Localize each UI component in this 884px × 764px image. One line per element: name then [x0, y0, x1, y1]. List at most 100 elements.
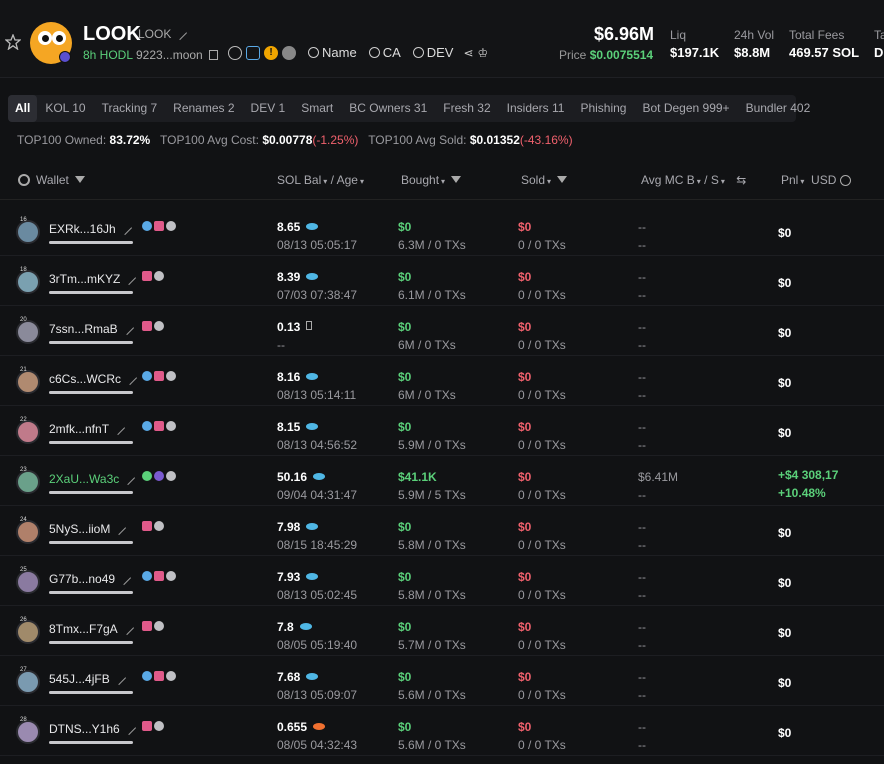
tab-bundler-402[interactable]: Bundler 402: [738, 95, 819, 122]
tab-tracking-7[interactable]: Tracking 7: [94, 95, 166, 122]
favorite-star-icon[interactable]: [5, 34, 21, 50]
wallet-address[interactable]: 2mfk...nfnT: [49, 420, 126, 436]
edit-icon[interactable]: [173, 25, 188, 41]
sold-amount: 0 / 0 TXs: [518, 338, 566, 352]
tab-dev-1[interactable]: DEV 1: [243, 95, 294, 122]
sold-column-header[interactable]: Sold ▾: [521, 173, 568, 187]
avatar: 26: [16, 617, 40, 644]
tab-phishing[interactable]: Phishing: [572, 95, 634, 122]
wallet-address[interactable]: EXRk...16Jh: [49, 220, 132, 236]
bought-usd: $0: [398, 370, 412, 384]
avg-mc-buy: $6.41M: [638, 470, 679, 484]
edit-icon[interactable]: [119, 320, 134, 336]
wallet-address[interactable]: G77b...no49: [49, 570, 132, 586]
share-icon[interactable]: ⋖: [463, 46, 473, 60]
tab-kol-10[interactable]: KOL 10: [37, 95, 93, 122]
tab-bot-degen-999[interactable]: Bot Degen 999+: [634, 95, 737, 122]
pnl-column-header[interactable]: Pnl ▾ USD: [781, 173, 851, 187]
table-row[interactable]: 21 c6Cs...WCRc 8.16 08/13 05:14:11 $0 6M / 0 …: [0, 356, 884, 406]
grey-tag-icon: [154, 621, 164, 631]
bought-amount: 5.6M / 0 TXs: [398, 688, 466, 702]
website-globe-icon[interactable]: [228, 45, 242, 60]
table-row[interactable]: 22 2mfk...nfnT 8.15 08/13 04:56:52 $0 5.9M / …: [0, 406, 884, 456]
filter-icon[interactable]: [74, 176, 85, 183]
edit-icon[interactable]: [122, 270, 137, 286]
wallet-address[interactable]: 2XaU...Wa3c: [49, 470, 136, 486]
edit-icon[interactable]: [121, 720, 136, 736]
search-dev-link[interactable]: DEV: [412, 45, 453, 60]
edit-icon[interactable]: [117, 220, 132, 236]
wallet-address[interactable]: DTNS...Y1h6: [49, 720, 136, 736]
contract-address[interactable]: 9223...moon: [136, 48, 219, 62]
settings-gear-icon[interactable]: [18, 174, 30, 186]
table-row[interactable]: 27 545J...4jFB 7.68 08/13 05:09:07 $0 5.6M / …: [0, 656, 884, 706]
bought-amount: 6M / 0 TXs: [398, 388, 456, 402]
user-icon[interactable]: [246, 45, 260, 60]
wallet-address[interactable]: 8Tmx...F7gA: [49, 620, 134, 636]
fish-icon: [313, 473, 326, 480]
table-row[interactable]: 23 2XaU...Wa3c 50.16 09/04 04:31:47 $41.1K 5.…: [0, 456, 884, 506]
avg-mc-buy: --: [638, 720, 646, 734]
table-row[interactable]: 28 DTNS...Y1h6 0.655 08/05 04:32:43 $0 5.6M /…: [0, 706, 884, 756]
pnl-usd: $0: [778, 726, 792, 740]
edit-icon[interactable]: [110, 420, 126, 436]
sold-amount: 0 / 0 TXs: [518, 388, 566, 402]
tab-smart[interactable]: Smart: [293, 95, 341, 122]
swap-icon[interactable]: ⇆: [736, 173, 746, 187]
wallet-address[interactable]: 7ssn...RmaB: [49, 320, 134, 336]
copy-icon[interactable]: [209, 50, 219, 60]
filter-icon[interactable]: [557, 176, 568, 183]
edit-icon[interactable]: [112, 520, 127, 536]
wallet-address[interactable]: 5NyS...iioM: [49, 520, 127, 536]
tab-fresh-32[interactable]: Fresh 32: [435, 95, 498, 122]
table-row[interactable]: 20 7ssn...RmaB 0.13 -- $0 6M / 0 TXs $0 0 / 0 T…: [0, 306, 884, 356]
table-row[interactable]: 26 8Tmx...F7gA 7.8 08/05 05:19:40 $0 5.7M / 0…: [0, 606, 884, 656]
sold-usd: $0: [518, 370, 532, 384]
holding-share-bar: [49, 291, 133, 294]
search-icon: [368, 47, 380, 58]
sol-balance: 8.16: [277, 370, 319, 384]
filter-icon[interactable]: [451, 176, 462, 183]
wallet-address[interactable]: 3rTm...mKYZ: [49, 270, 137, 286]
table-row[interactable]: 24 5NyS...iioM 7.98 08/15 18:45:29 $0 5.8M / …: [0, 506, 884, 556]
table-row[interactable]: 16 EXRk...16Jh 8.65 08/13 05:05:17 $0 6.3M / …: [0, 206, 884, 256]
pnl-usd: $0: [778, 276, 792, 290]
blue-tag-icon: [142, 671, 152, 681]
table-row[interactable]: 18 3rTm...mKYZ 8.39 07/03 07:38:47 $0 6.1M / …: [0, 256, 884, 306]
pnl-usd: $0: [778, 226, 792, 240]
tab-bc-owners-31[interactable]: BC Owners 31: [341, 95, 435, 122]
pnl-usd: $0: [778, 376, 792, 390]
pnl-usd: $0: [778, 426, 792, 440]
edit-icon[interactable]: [116, 570, 132, 586]
sol-balance: 0.13: [277, 320, 313, 334]
table-header: Wallet SOL Bal ▾ / Age ▾ Bought ▾ Sold ▾ Avg…: [0, 160, 884, 200]
search-name-link[interactable]: Name: [308, 45, 357, 60]
search-ca-link[interactable]: CA: [368, 45, 401, 60]
edit-icon[interactable]: [122, 370, 138, 386]
crown-icon[interactable]: ♔: [478, 46, 489, 60]
tab-insiders-11[interactable]: Insiders 11: [499, 95, 573, 122]
avg-mc-sell: --: [638, 338, 646, 352]
currency-toggle-icon[interactable]: [839, 175, 851, 186]
holding-share-bar: [49, 691, 133, 694]
list-icon[interactable]: [282, 45, 296, 60]
edit-icon[interactable]: [119, 620, 134, 636]
edit-icon[interactable]: [111, 670, 126, 686]
wallet-tags: [142, 421, 176, 431]
wallet-column-header[interactable]: Wallet: [18, 173, 85, 187]
bought-column-header[interactable]: Bought ▾: [401, 173, 462, 187]
avatar: 25: [16, 567, 40, 594]
tab-all[interactable]: All: [8, 95, 38, 122]
edit-icon[interactable]: [121, 470, 136, 486]
wallet-address[interactable]: 545J...4jFB: [49, 670, 126, 686]
table-row[interactable]: 25 G77b...no49 7.93 08/13 05:02:45 $0 5.8M / …: [0, 556, 884, 606]
sold-usd: $0: [518, 420, 532, 434]
warning-icon[interactable]: !: [264, 45, 278, 60]
sol-bal-column-header[interactable]: SOL Bal ▾ / Age ▾: [277, 173, 364, 187]
tab-renames-2[interactable]: Renames 2: [165, 95, 242, 122]
wallet-address[interactable]: c6Cs...WCRc: [49, 370, 138, 386]
wallet-tags: [142, 221, 176, 231]
avg-mc-column-header[interactable]: Avg MC B ▾ / S ▾ ⇆: [641, 173, 746, 187]
wallet-tags: [142, 521, 164, 531]
top100-summary: TOP100 Owned: 83.72% TOP100 Avg Cost: $0…: [17, 133, 573, 147]
